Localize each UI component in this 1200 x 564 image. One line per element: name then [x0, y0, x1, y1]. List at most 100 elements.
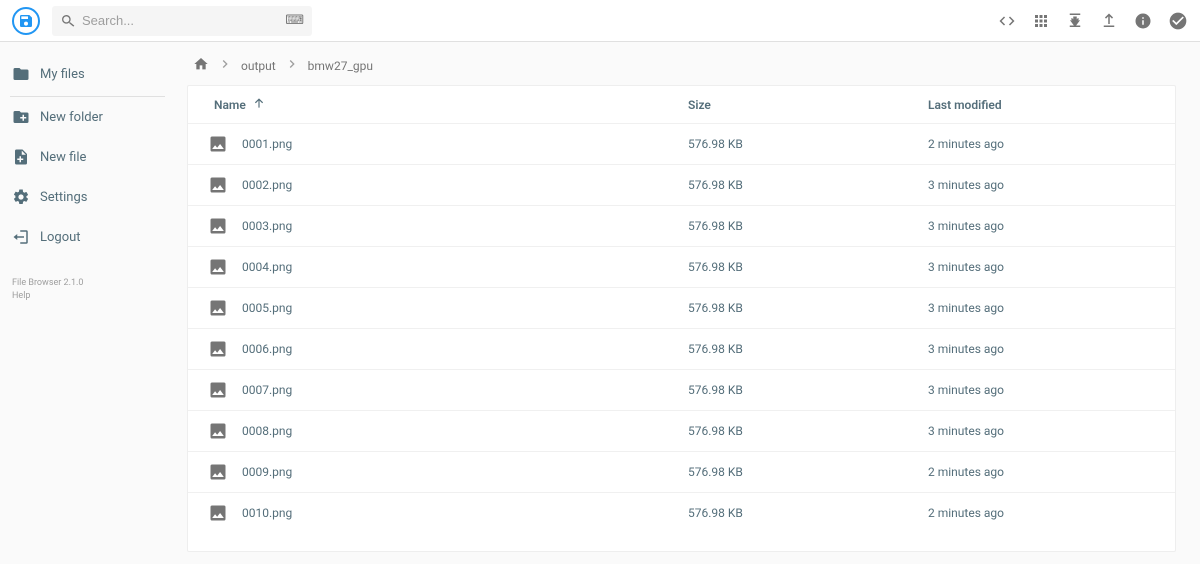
- file-size: 576.98 KB: [688, 424, 928, 438]
- view-grid-button[interactable]: [1032, 12, 1050, 30]
- image-icon: [208, 175, 228, 195]
- sidebar-item-myfiles[interactable]: My files: [10, 54, 165, 94]
- folder-icon: [12, 65, 30, 83]
- file-row[interactable]: 0008.png 576.98 KB3 minutes ago: [188, 410, 1175, 451]
- file-row[interactable]: 0007.png576.98 KB3 minutes ago: [188, 369, 1175, 410]
- sidebar-item-label: Logout: [40, 230, 81, 245]
- file-size: 576.98 KB: [688, 219, 928, 233]
- info-icon: [1134, 12, 1152, 30]
- file-name-cell: 0003.png: [208, 216, 688, 236]
- file-row[interactable]: 0003.png 576.98 KB3 minutes ago: [188, 205, 1175, 246]
- image-icon: [208, 380, 228, 400]
- file-name: 0007.png: [242, 383, 292, 397]
- column-header-size[interactable]: Size: [688, 98, 928, 112]
- file-row[interactable]: 0009.png576.98 KB2 minutes ago: [188, 451, 1175, 492]
- file-row[interactable]: 0001.png 576.98 KB2 minutes ago: [188, 123, 1175, 164]
- grid-icon: [1032, 12, 1050, 30]
- image-icon: [208, 462, 228, 482]
- gear-icon: [12, 188, 30, 206]
- main: output bmw27_gpu Name Size Last modified…: [175, 42, 1200, 564]
- chevron-right-icon: [217, 56, 233, 75]
- home-icon: [193, 56, 209, 72]
- file-modified: 3 minutes ago: [928, 424, 1155, 438]
- check-circle-icon: [1168, 11, 1188, 31]
- app-logo[interactable]: [12, 7, 40, 35]
- sidebar-item-label: My files: [40, 67, 85, 82]
- toggle-shell-button[interactable]: [998, 12, 1016, 30]
- search-box[interactable]: ⌨: [52, 6, 312, 36]
- file-name: 0001.png: [242, 137, 292, 151]
- image-icon: [208, 339, 228, 359]
- file-name-cell: 0002.png: [208, 175, 688, 195]
- breadcrumb-home[interactable]: [193, 56, 209, 75]
- file-size: 576.98 KB: [688, 301, 928, 315]
- new-file-icon: [12, 148, 30, 166]
- save-icon: [18, 13, 34, 29]
- sidebar-item-logout[interactable]: Logout: [10, 217, 165, 257]
- sidebar-item-newfile[interactable]: New file: [10, 137, 165, 177]
- file-name: 0008.png: [242, 424, 292, 438]
- file-modified: 3 minutes ago: [928, 178, 1155, 192]
- logout-icon: [12, 228, 30, 246]
- file-size: 576.98 KB: [688, 506, 928, 520]
- column-header-modified[interactable]: Last modified: [928, 98, 1155, 112]
- select-button[interactable]: [1168, 11, 1188, 31]
- sidebar-item-label: Settings: [40, 190, 87, 205]
- file-name: 0009.png: [242, 465, 292, 479]
- image-icon: [208, 421, 228, 441]
- file-name-cell: 0007.png: [208, 380, 688, 400]
- file-name-cell: 0004.png: [208, 257, 688, 277]
- file-row[interactable]: 0004.png576.98 KB3 minutes ago: [188, 246, 1175, 287]
- file-size: 576.98 KB: [688, 137, 928, 151]
- file-list-header: Name Size Last modified: [188, 86, 1175, 123]
- file-modified: 2 minutes ago: [928, 137, 1155, 151]
- code-icon: [998, 12, 1016, 30]
- file-name: 0005.png: [242, 301, 292, 315]
- file-modified: 3 minutes ago: [928, 383, 1155, 397]
- file-name: 0003.png: [242, 219, 292, 233]
- file-row[interactable]: 0006.png 576.98 KB3 minutes ago: [188, 328, 1175, 369]
- file-row[interactable]: 0002.png576.98 KB3 minutes ago: [188, 164, 1175, 205]
- sort-asc-icon: [252, 96, 266, 113]
- file-modified: 3 minutes ago: [928, 219, 1155, 233]
- info-button[interactable]: [1134, 12, 1152, 30]
- image-icon: [208, 257, 228, 277]
- sidebar: My files New folder New file Settings Lo…: [0, 42, 175, 564]
- image-icon: [208, 216, 228, 236]
- file-size: 576.98 KB: [688, 260, 928, 274]
- file-list: Name Size Last modified 0001.png 576.98 K…: [187, 85, 1176, 552]
- breadcrumb-item[interactable]: output: [241, 59, 276, 73]
- search-icon: [60, 13, 76, 29]
- file-modified: 2 minutes ago: [928, 506, 1155, 520]
- upload-icon: [1100, 12, 1118, 30]
- upload-button[interactable]: [1100, 12, 1118, 30]
- download-button[interactable]: [1066, 12, 1084, 30]
- keyboard-icon: ⌨: [285, 13, 304, 28]
- file-modified: 3 minutes ago: [928, 342, 1155, 356]
- image-icon: [208, 134, 228, 154]
- sidebar-item-newfolder[interactable]: New folder: [10, 97, 165, 137]
- sidebar-item-label: New folder: [40, 110, 103, 125]
- search-input[interactable]: [82, 13, 285, 28]
- new-folder-icon: [12, 108, 30, 126]
- breadcrumb-item[interactable]: bmw27_gpu: [308, 59, 373, 73]
- help-link[interactable]: Help: [12, 290, 175, 303]
- image-icon: [208, 503, 228, 523]
- file-row[interactable]: 0010.png576.98 KB2 minutes ago: [188, 492, 1175, 533]
- file-name: 0006.png: [242, 342, 292, 356]
- file-name-cell: 0006.png: [208, 339, 688, 359]
- file-name-cell: 0001.png: [208, 134, 688, 154]
- file-name: 0004.png: [242, 260, 292, 274]
- column-header-name[interactable]: Name: [208, 96, 688, 113]
- topbar-actions: [998, 11, 1188, 31]
- file-row[interactable]: 0005.png 576.98 KB3 minutes ago: [188, 287, 1175, 328]
- file-name-cell: 0009.png: [208, 462, 688, 482]
- file-size: 576.98 KB: [688, 465, 928, 479]
- file-size: 576.98 KB: [688, 342, 928, 356]
- sidebar-item-settings[interactable]: Settings: [10, 177, 165, 217]
- file-modified: 3 minutes ago: [928, 301, 1155, 315]
- sidebar-footer: File Browser 2.1.0 Help: [0, 277, 175, 302]
- app-version: File Browser 2.1.0: [12, 277, 175, 290]
- file-name-cell: 0005.png: [208, 298, 688, 318]
- topbar: ⌨: [0, 0, 1200, 42]
